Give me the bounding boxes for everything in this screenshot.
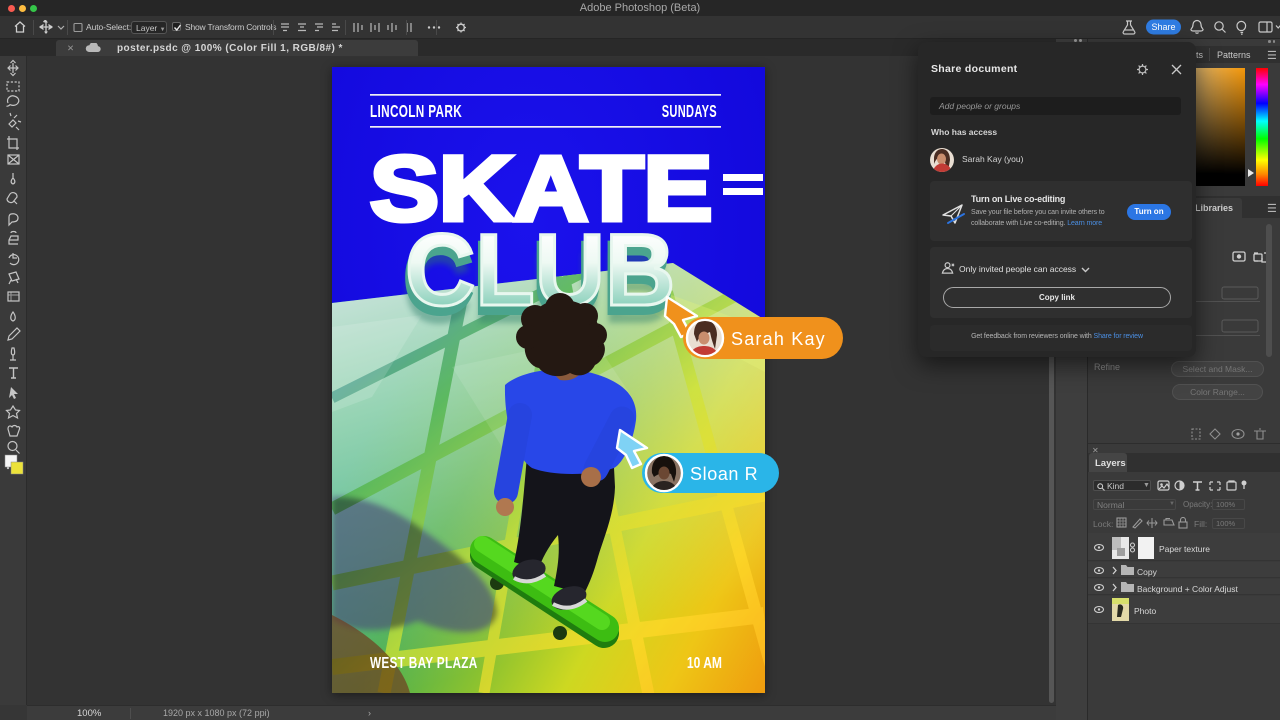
svg-text:Copy: Copy <box>1137 567 1158 577</box>
svg-text:LINCOLN PARK: LINCOLN PARK <box>370 102 462 122</box>
svg-text:10 AM: 10 AM <box>687 654 722 672</box>
svg-text:Photo: Photo <box>1134 606 1156 616</box>
svg-text:Paper texture: Paper texture <box>1159 544 1210 554</box>
svg-text:Share: Share <box>1151 22 1175 32</box>
svg-text:Sloan R: Sloan R <box>690 464 758 484</box>
svg-text:Sarah Kay: Sarah Kay <box>731 329 826 349</box>
svg-text:SUNDAYS: SUNDAYS <box>662 101 717 121</box>
svg-text:WEST BAY PLAZA: WEST BAY PLAZA <box>370 654 478 671</box>
svg-text:Background + Color Adjust: Background + Color Adjust <box>1137 584 1239 594</box>
